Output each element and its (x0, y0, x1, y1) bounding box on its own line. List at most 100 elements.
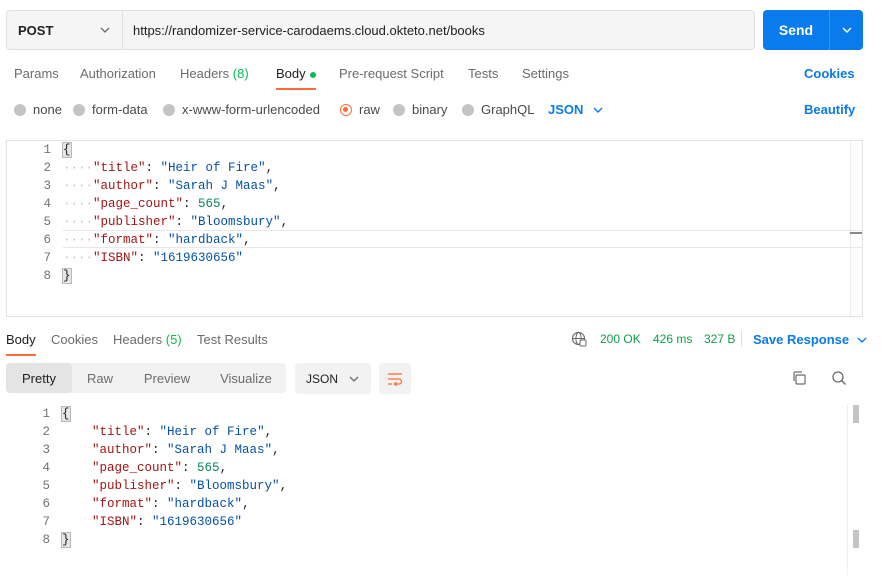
radio-binary-label: binary (412, 102, 448, 117)
tab-settings[interactable]: Settings (522, 66, 569, 81)
send-button[interactable]: Send (763, 10, 829, 50)
response-time[interactable]: 426 ms (653, 332, 692, 346)
search-button[interactable] (828, 367, 850, 389)
response-tab-body[interactable]: Body (6, 332, 36, 347)
json-value: "Bloomsbury" (189, 479, 280, 493)
code-line: 7 ····"ISBN": "1619630656" (7, 249, 862, 267)
response-format-select[interactable]: JSON (295, 363, 371, 394)
status-code[interactable]: 200 OK (600, 332, 641, 346)
json-value: "Sarah J Maas" (168, 179, 274, 193)
json-key: "page_count" (92, 461, 183, 475)
line-number: 3 (42, 443, 50, 457)
radio-form-data-label: form-data (92, 102, 148, 117)
tab-headers[interactable]: Headers (8) (180, 66, 249, 81)
request-body-editor[interactable]: 1{ 2 ····"title": "Heir of Fire", 3 ····"a… (6, 140, 863, 317)
response-tab-test-results[interactable]: Test Results (197, 332, 268, 347)
code-line: 8} (6, 531, 869, 549)
code-line: 6 "format": "hardback", (6, 495, 869, 513)
view-visualize[interactable]: Visualize (210, 363, 282, 393)
language-label: JSON (548, 102, 584, 117)
scrollbar-thumb-bottom[interactable] (853, 530, 859, 548)
line-number: 8 (42, 533, 50, 547)
response-tab-headers[interactable]: Headers (5) (113, 332, 182, 347)
json-value: 565 (197, 461, 220, 475)
json-key: "format" (92, 497, 153, 511)
radio-graphql[interactable]: GraphQL (462, 102, 534, 117)
tab-authorization[interactable]: Authorization (80, 66, 156, 81)
radio-circle (462, 103, 474, 116)
response-format-label: JSON (306, 371, 339, 386)
method-select[interactable]: POST (7, 11, 123, 49)
tab-tests[interactable]: Tests (468, 66, 498, 81)
radio-circle (393, 103, 405, 116)
chevron-down-icon (857, 337, 867, 343)
tab-params[interactable]: Params (14, 66, 59, 81)
chevron-down-icon (593, 107, 603, 113)
radio-raw[interactable]: raw (340, 102, 380, 117)
scrollbar-thumb-top[interactable] (853, 405, 859, 423)
json-value: "hardback" (168, 233, 244, 247)
language-select[interactable]: JSON (548, 102, 603, 117)
response-size[interactable]: 327 B (704, 332, 735, 346)
response-tab-cookies[interactable]: Cookies (51, 332, 98, 347)
beautify-button[interactable]: Beautify (804, 102, 855, 117)
chevron-down-icon (100, 27, 110, 33)
code-line: 3 "author": "Sarah J Maas", (6, 441, 869, 459)
code-line: 5 "publisher": "Bloomsbury", (6, 477, 869, 495)
radio-form-data[interactable]: form-data (73, 102, 148, 117)
line-number: 6 (42, 497, 50, 511)
method-label: POST (18, 22, 54, 38)
radio-circle (14, 103, 26, 116)
view-raw[interactable]: Raw (72, 363, 128, 393)
radio-binary[interactable]: binary (393, 102, 447, 117)
json-key: "page_count" (93, 197, 184, 211)
headers-count: (8) (232, 66, 249, 81)
json-value: "Sarah J Maas" (167, 443, 273, 457)
code-line: 8} (7, 267, 862, 285)
radio-urlencoded[interactable]: x-www-form-urlencoded (163, 102, 320, 117)
globe-icon[interactable] (571, 331, 587, 347)
json-key: "format" (93, 233, 154, 247)
code-line: 2 "title": "Heir of Fire", (6, 423, 869, 441)
json-key: "author" (93, 179, 154, 193)
copy-button[interactable] (788, 367, 810, 389)
radio-graphql-label: GraphQL (481, 102, 535, 117)
send-button-group: Send (763, 10, 863, 50)
json-value: "1619630656" (153, 251, 244, 265)
send-options-button[interactable] (830, 10, 863, 50)
tab-pre-request-script[interactable]: Pre-request Script (339, 66, 444, 81)
radio-circle (73, 103, 85, 116)
body-indicator-dot (309, 71, 316, 78)
view-preview[interactable]: Preview (132, 363, 202, 393)
code-line: 3 ····"author": "Sarah J Maas", (7, 177, 862, 195)
tab-body-label: Body (276, 66, 306, 81)
response-headers-count: (5) (165, 332, 182, 347)
brace-open: { (62, 142, 72, 158)
json-key: "author" (92, 443, 153, 457)
cookies-link[interactable]: Cookies (804, 66, 855, 81)
editor-scrollbar[interactable] (850, 141, 862, 316)
code-line: 5 ····"publisher": "Bloomsbury", (7, 213, 862, 231)
json-key: "publisher" (92, 479, 175, 493)
response-body-viewer[interactable]: 1{ 2 "title": "Heir of Fire", 3 "author"… (6, 405, 869, 575)
line-number: 6 (43, 233, 51, 247)
scroll-track (847, 405, 848, 575)
json-key: "publisher" (93, 215, 176, 229)
scroll-position-marker (850, 232, 862, 234)
url-input[interactable]: https://randomizer-service-carodaems.clo… (123, 23, 485, 38)
tab-body[interactable]: Body (276, 66, 316, 81)
search-icon (832, 371, 846, 385)
save-response-button[interactable]: Save Response (753, 332, 867, 347)
brace-open: { (61, 406, 71, 422)
view-pretty[interactable]: Pretty (6, 363, 72, 393)
wrap-lines-button[interactable] (379, 363, 411, 394)
code-line: 1{ (7, 141, 862, 159)
url-bar: POST https://randomizer-service-carodaem… (6, 10, 755, 50)
radio-urlencoded-label: x-www-form-urlencoded (182, 102, 320, 117)
code-line: 4 "page_count": 565, (6, 459, 869, 477)
active-tab-underline (276, 88, 316, 90)
request-tabs: Params Authorization Headers (8) Body Pr… (0, 60, 889, 90)
json-key: "ISBN" (92, 515, 138, 529)
line-number: 7 (43, 251, 51, 265)
radio-none[interactable]: none (14, 102, 62, 117)
